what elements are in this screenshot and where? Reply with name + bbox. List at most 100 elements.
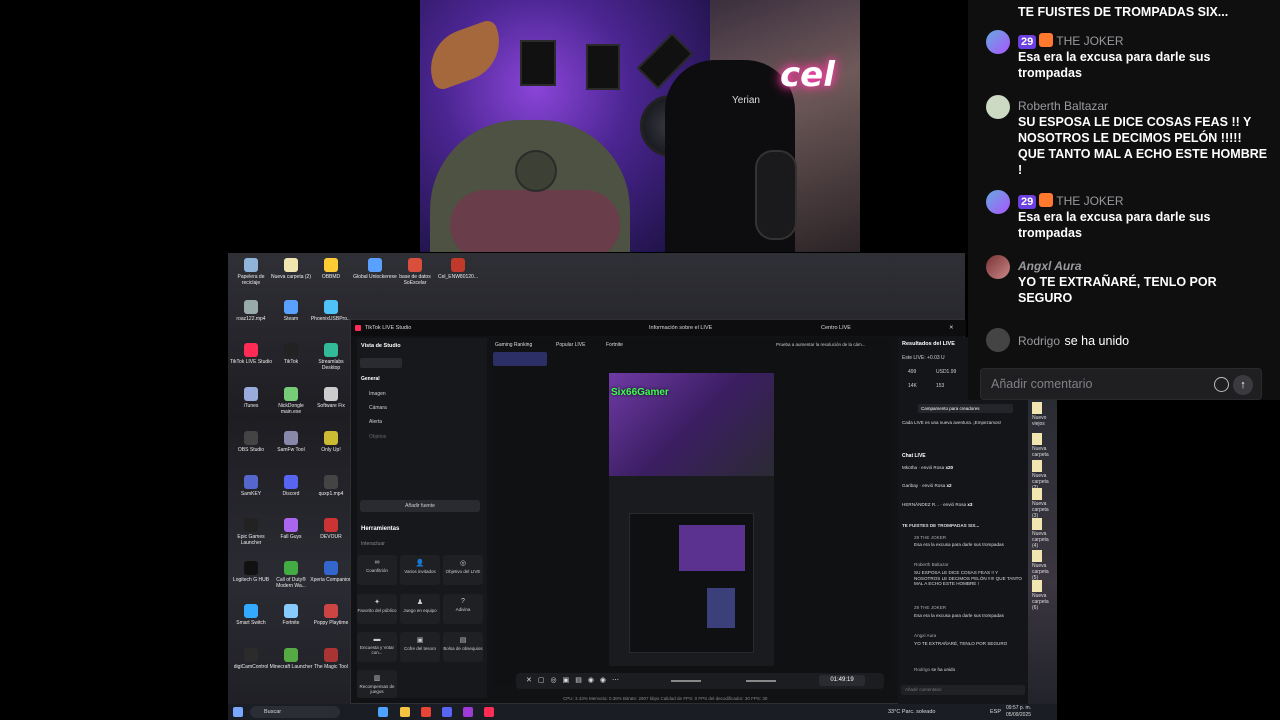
desktop-icon[interactable]: Logitech G HUB bbox=[229, 561, 273, 583]
folder-icon bbox=[1032, 518, 1042, 530]
desktop-icon[interactable]: digiCamControl bbox=[229, 648, 273, 670]
tool-cohost[interactable]: ∞ Coanfitrión bbox=[357, 555, 397, 585]
search-box[interactable]: Buscar bbox=[250, 706, 340, 718]
avatar[interactable] bbox=[986, 30, 1010, 54]
folder-item[interactable]: Nueva carpeta (3) bbox=[1032, 488, 1056, 519]
desktop-icon[interactable]: Call of Duty® Modern Wa... bbox=[269, 561, 313, 589]
language[interactable]: ESP bbox=[990, 709, 1001, 715]
desktop-icon[interactable]: iTunes bbox=[229, 387, 273, 409]
desktop-icon[interactable]: Nueva carpeta (2) bbox=[269, 258, 313, 280]
app-icon bbox=[244, 258, 258, 272]
desktop-icon[interactable]: Xperia Companion bbox=[309, 561, 353, 583]
desktop-icon[interactable]: Fall Guys bbox=[269, 518, 313, 540]
tool-gift-bag[interactable]: ▤ Bolsa de obsequios bbox=[443, 632, 483, 662]
tool-favorite[interactable]: ✦ Favorito del público bbox=[357, 594, 397, 624]
chat-username[interactable]: Angxl Aura bbox=[1018, 258, 1268, 274]
tool-treasure[interactable]: ▣ Cofre del tesoro bbox=[400, 632, 440, 662]
desktop-icon[interactable]: Minecraft Launcher bbox=[269, 648, 313, 670]
desktop-icon[interactable]: quxp1.mp4 bbox=[309, 475, 353, 497]
view-selector[interactable]: Vista de Studio bbox=[361, 343, 401, 349]
desktop-icon[interactable]: Software Fix bbox=[309, 387, 353, 409]
folder-item[interactable]: Nueva carpeta (5) bbox=[1032, 550, 1056, 581]
tool-team-game[interactable]: ♟ Juego en equipo bbox=[400, 594, 440, 624]
chat-username[interactable]: THE JOKER bbox=[1056, 34, 1123, 48]
desktop-icon[interactable]: Streamlabs Desktop bbox=[309, 343, 353, 371]
campaign-button[interactable]: Campamento para creadores bbox=[918, 404, 1013, 413]
desktop-icon[interactable]: PhoenixUSBPro... bbox=[309, 300, 353, 322]
add-source-button[interactable]: Añadir fuente bbox=[360, 500, 480, 512]
close-icon[interactable]: ✕ bbox=[949, 325, 954, 331]
folder-item[interactable]: Nuevo viejos bbox=[1032, 402, 1056, 427]
folder-item[interactable]: Nueva carpeta bbox=[1032, 433, 1056, 458]
desktop-icon[interactable]: Steam bbox=[269, 300, 313, 322]
desktop-icon[interactable]: Fortnite bbox=[269, 604, 313, 626]
folder-icon[interactable] bbox=[400, 707, 410, 717]
tool-label: Objetivo del LIVE bbox=[445, 569, 481, 574]
send-button[interactable]: ↑ bbox=[1233, 375, 1253, 395]
desktop-icon[interactable]: Discord bbox=[269, 475, 313, 497]
control-icons[interactable]: ✕▢◎▣▤◉◉⋯ bbox=[526, 676, 625, 684]
center-live-link[interactable]: Centro LIVE bbox=[821, 325, 851, 331]
source-item[interactable]: Cámara bbox=[369, 405, 387, 411]
chat-username[interactable]: THE JOKER bbox=[1056, 194, 1123, 208]
results-title: Resultados del LIVE bbox=[902, 341, 955, 347]
live-info-link[interactable]: Información sobre el LIVE bbox=[649, 325, 712, 331]
app-icon[interactable] bbox=[378, 707, 388, 717]
desktop-icon[interactable]: The Magic Tool bbox=[309, 648, 353, 670]
desktop-icon[interactable]: SamFw Tool bbox=[269, 431, 313, 453]
tab-fortnite[interactable]: Fortnite bbox=[606, 342, 623, 348]
mini-chat-user: 29 THE JOKER bbox=[914, 535, 947, 540]
mini-comment-input[interactable]: Añadir comentario bbox=[901, 685, 1025, 695]
folder-item[interactable]: Nueva carpeta (4) bbox=[1032, 518, 1056, 549]
desktop-icon[interactable]: OBBMD bbox=[309, 258, 353, 280]
avatar[interactable] bbox=[986, 255, 1010, 279]
desktop-icon[interactable]: DEVOUR bbox=[309, 518, 353, 540]
desktop-icon[interactable]: Epic Games Launcher bbox=[229, 518, 273, 546]
source-item[interactable]: Alerta bbox=[369, 419, 382, 425]
promo-banner[interactable] bbox=[493, 352, 547, 366]
tool-label: Favorito del público bbox=[357, 608, 397, 613]
avatar[interactable] bbox=[986, 95, 1010, 119]
mic-slider[interactable] bbox=[746, 680, 776, 682]
discord-icon[interactable] bbox=[442, 707, 452, 717]
desktop-icon[interactable]: OBS Studio bbox=[229, 431, 273, 453]
avatar[interactable] bbox=[986, 328, 1010, 352]
folder-item[interactable]: Nueva carpeta (6) bbox=[1032, 580, 1056, 611]
desktop-icon[interactable]: Only Up! bbox=[309, 431, 353, 453]
desktop-icon[interactable]: Cel_ENW80120... bbox=[436, 258, 480, 280]
app-icon bbox=[324, 604, 338, 618]
emoji-icon[interactable] bbox=[1214, 377, 1229, 392]
chrome-icon[interactable] bbox=[421, 707, 431, 717]
tiktok-icon[interactable] bbox=[484, 707, 494, 717]
tab-gaming-ranking[interactable]: Gaming Ranking bbox=[495, 342, 532, 348]
clock[interactable]: 09:57 p. m. 05/09/2025 bbox=[1006, 705, 1031, 719]
comment-input[interactable] bbox=[991, 377, 1211, 391]
avatar[interactable] bbox=[986, 190, 1010, 214]
desktop-icon[interactable]: roaz122.mp4 bbox=[229, 300, 273, 322]
desktop-icon[interactable]: Smart Switch bbox=[229, 604, 273, 626]
tool-poll[interactable]: ▬ Encuesta y Votar con... bbox=[357, 632, 397, 662]
folder-item[interactable]: Nueva carpeta (2) bbox=[1032, 460, 1056, 491]
desktop-icon[interactable]: SamKEY bbox=[229, 475, 273, 497]
source-item[interactable]: Objetos bbox=[369, 434, 386, 440]
tool-guess[interactable]: ? Adivina bbox=[443, 594, 483, 624]
desktop-icon[interactable]: base de datos SoExcelar bbox=[393, 258, 437, 286]
tool-live-goal[interactable]: ◎ Objetivo del LIVE bbox=[443, 555, 483, 585]
desktop-icon[interactable]: Global Unlockerexe bbox=[353, 258, 397, 280]
source-item[interactable]: Imagen bbox=[369, 391, 386, 397]
app-icon[interactable] bbox=[463, 707, 473, 717]
volume-slider[interactable] bbox=[671, 680, 701, 682]
desktop-icon[interactable]: TikTok LIVE Studio bbox=[229, 343, 273, 365]
weather[interactable]: 33°C Parc. soleado bbox=[888, 709, 935, 715]
desktop-icon[interactable]: Papelera de reciclaje bbox=[229, 258, 273, 286]
desktop-icon[interactable]: TikTok bbox=[269, 343, 313, 365]
tool-multi-guest[interactable]: 👤 Varios invitados bbox=[400, 555, 440, 585]
desktop-icon[interactable]: NickDongle main.exe bbox=[269, 387, 313, 415]
tool-game-rewards[interactable]: ▥ Recompensas de juegos bbox=[357, 670, 397, 698]
tab-popular-live[interactable]: Popular LIVE bbox=[556, 342, 585, 348]
view-portrait-button[interactable] bbox=[360, 358, 402, 368]
chat-username[interactable]: Roberth Baltazar bbox=[1018, 98, 1268, 114]
chat-username[interactable]: Rodrigo bbox=[1018, 334, 1060, 348]
desktop-icon[interactable]: Poppy Playtime bbox=[309, 604, 353, 626]
windows-start-icon[interactable] bbox=[233, 707, 243, 717]
